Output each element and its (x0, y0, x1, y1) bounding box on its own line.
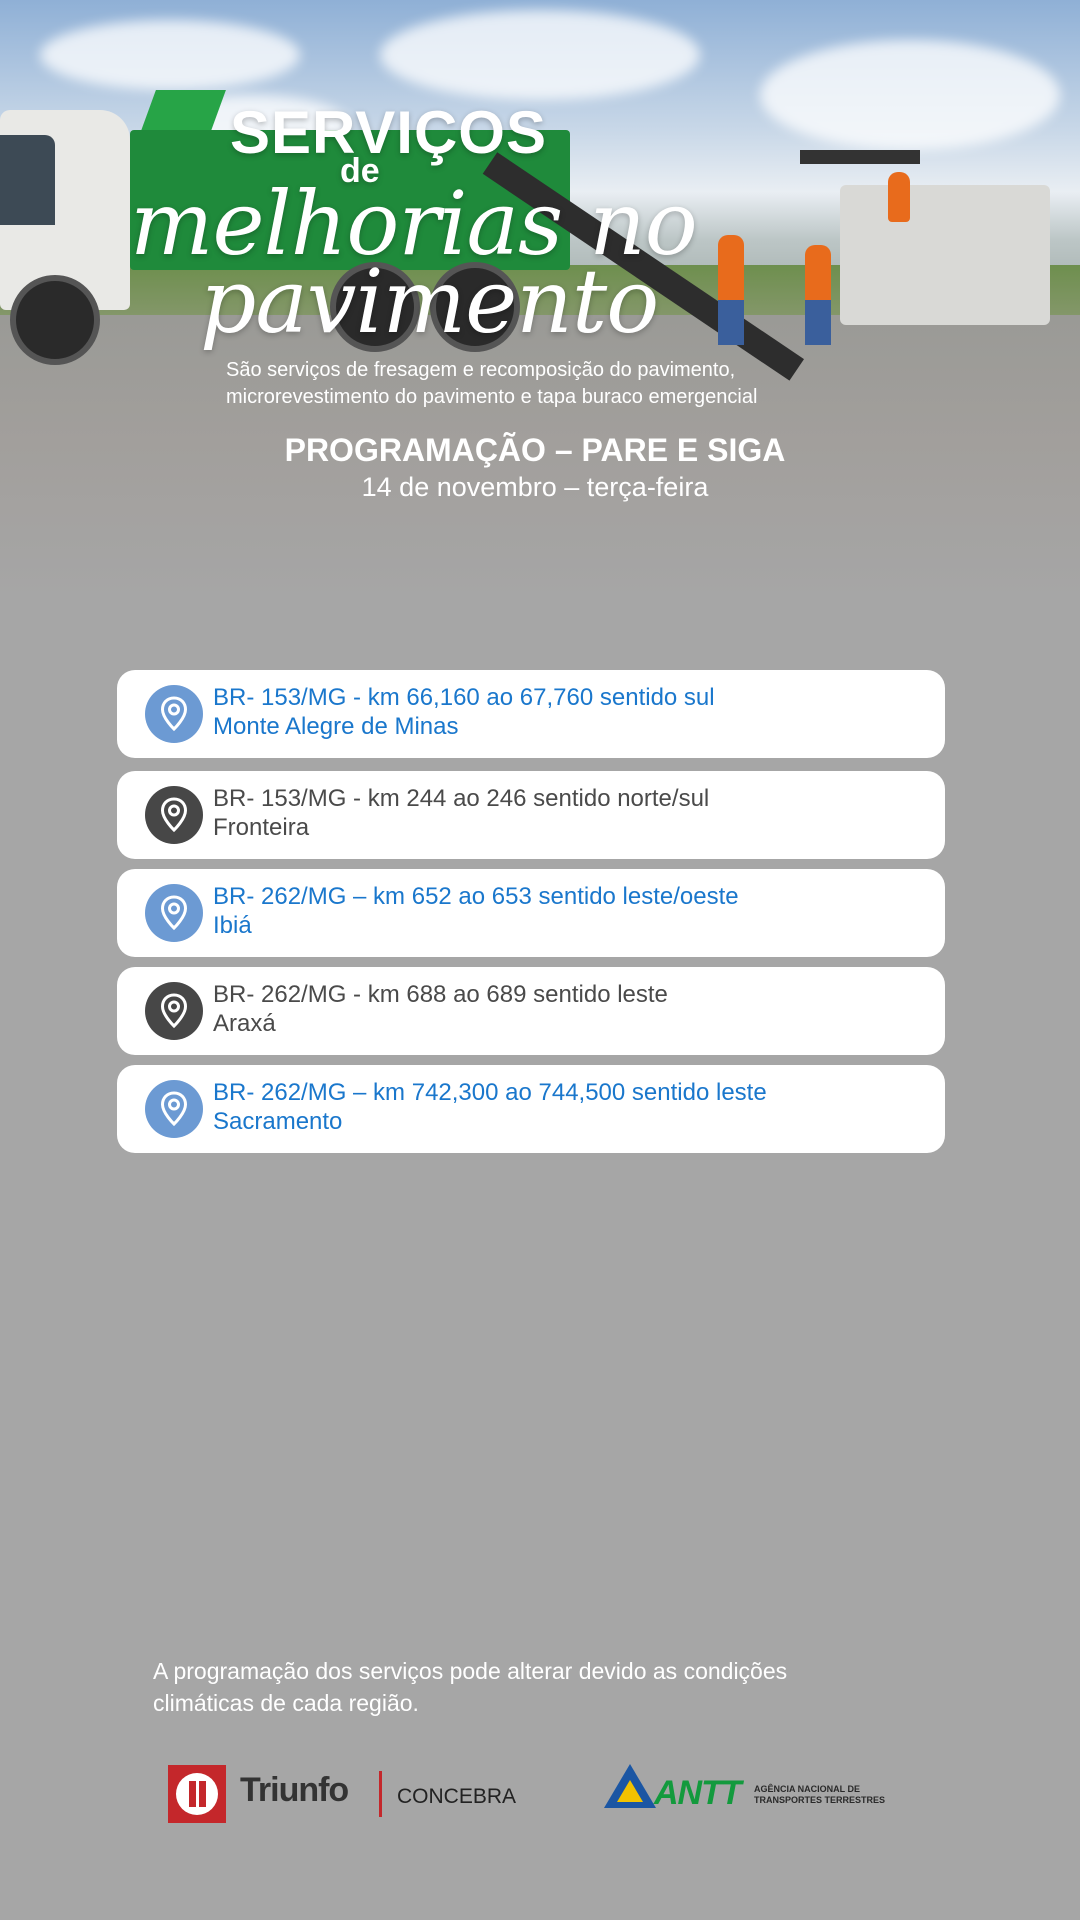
antt-logo-text: ANTT (654, 1774, 742, 1812)
road-segment: BR- 262/MG – km 742,300 ao 744,500 senti… (213, 1079, 767, 1106)
triunfo-logo-text: Triunfo (240, 1771, 349, 1809)
location-pin-icon (145, 982, 203, 1040)
antt-logo-subtitle: AGÊNCIA NACIONAL DE TRANSPORTES TERRESTR… (754, 1784, 904, 1806)
location-pin-icon (145, 1080, 203, 1138)
subtitle-line: São serviços de fresagem e recomposição … (226, 359, 736, 381)
disclaimer-line: climáticas de cada região. (153, 1690, 419, 1716)
worker (888, 172, 910, 222)
weather-disclaimer: A programação dos serviços pode alterar … (153, 1655, 953, 1719)
concebra-logo-text: CONCEBRA (397, 1785, 517, 1808)
city-name: Araxá (213, 1010, 276, 1037)
subtitle-line: microrevestimento do pavimento e tapa bu… (226, 386, 758, 408)
antt-logo-mark-inner (617, 1780, 643, 1802)
truck-window (0, 135, 55, 225)
milling-machine (840, 185, 1050, 325)
schedule-item: BR- 153/MG - km 244 ao 246 sentido norte… (117, 771, 945, 859)
city-name: Monte Alegre de Minas (213, 713, 459, 740)
city-name: Sacramento (213, 1108, 343, 1135)
disclaimer-line: A programação dos serviços pode alterar … (153, 1658, 788, 1684)
schedule-item: BR- 262/MG – km 652 ao 653 sentido leste… (117, 869, 945, 957)
triunfo-concebra-logo: Triunfo CONCEBRA (168, 1765, 516, 1825)
logo-divider (379, 1771, 382, 1817)
title-pavimento: pavimento (200, 250, 659, 353)
antt-logo: ANTT AGÊNCIA NACIONAL DE TRANSPORTES TER… (604, 1762, 904, 1822)
road-segment: BR- 153/MG - km 244 ao 246 sentido norte… (213, 785, 710, 812)
city-name: Fronteira (213, 814, 310, 841)
schedule-date: 14 de novembro – terça-feira (361, 472, 709, 502)
location-pin-icon (145, 685, 203, 743)
location-pin-icon (145, 884, 203, 942)
cloud (380, 10, 700, 100)
worker-legs (718, 300, 744, 345)
cloud (760, 40, 1060, 150)
machine-canopy (800, 150, 920, 164)
schedule-title: PROGRAMAÇÃO – PARE E SIGA (284, 432, 786, 468)
city-name: Ibiá (213, 912, 252, 939)
cloud (40, 20, 300, 90)
road-segment: BR- 262/MG – km 652 ao 653 sentido leste… (213, 883, 739, 910)
antt-subtitle-line: TRANSPORTES TERRESTRES (754, 1795, 886, 1805)
schedule-item: BR- 153/MG - km 66,160 ao 67,760 sentido… (117, 670, 945, 758)
title-servicos: SERVIÇOS (230, 99, 547, 166)
schedule-item: BR- 262/MG – km 742,300 ao 744,500 senti… (117, 1065, 945, 1153)
triunfo-logo-mark (168, 1765, 226, 1823)
road-segment: BR- 153/MG - km 66,160 ao 67,760 sentido… (213, 684, 715, 711)
schedule-item: BR- 262/MG - km 688 ao 689 sentido leste… (117, 967, 945, 1055)
location-pin-icon (145, 786, 203, 844)
antt-subtitle-line: AGÊNCIA NACIONAL DE (754, 1784, 861, 1794)
wheel (10, 275, 100, 365)
worker-legs (805, 300, 831, 345)
road-segment: BR- 262/MG - km 688 ao 689 sentido leste (213, 981, 668, 1008)
hero-photo: SERVIÇOS de melhorias no pavimento São s… (0, 0, 1080, 600)
subtitle: São serviços de fresagem e recomposição … (226, 357, 926, 411)
